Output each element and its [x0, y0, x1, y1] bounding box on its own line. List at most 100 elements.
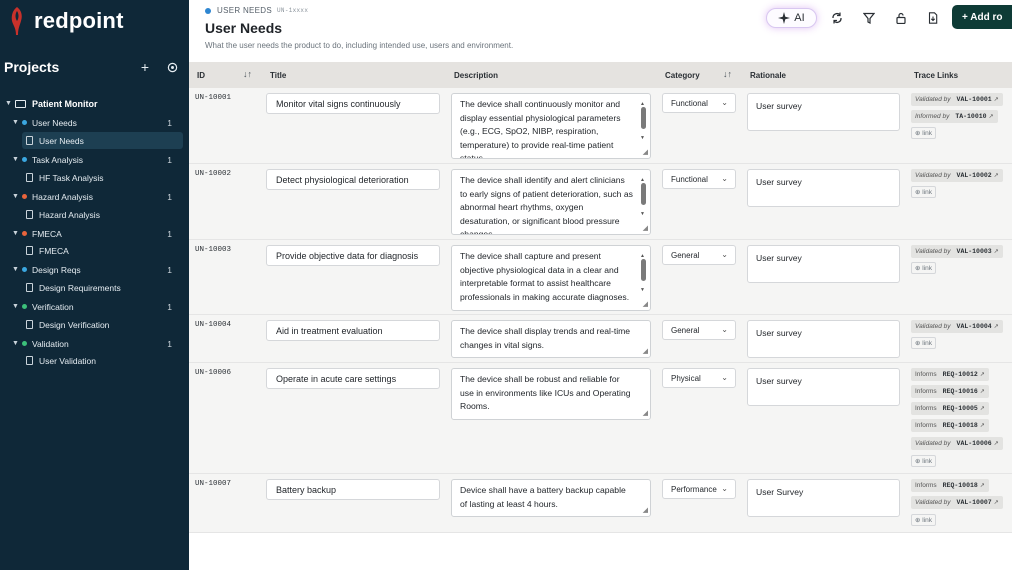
item-label: User Needs — [39, 135, 84, 146]
link-target: VAL-10006 — [956, 440, 992, 447]
add-link-button[interactable]: ⊕ link — [911, 337, 937, 349]
add-link-button[interactable]: ⊕ link — [911, 262, 937, 274]
project-item-patient-monitor[interactable]: ▼ Patient Monitor — [5, 95, 180, 112]
trace-link-chip[interactable]: Validated by VAL-10001 ↗ — [911, 93, 1003, 106]
sort-icon[interactable]: ↓↑ — [723, 69, 732, 79]
rationale-field[interactable]: User survey — [747, 320, 900, 358]
projects-title: Projects — [4, 59, 60, 75]
scrollbar[interactable]: ▲ ▼ — [640, 174, 647, 222]
sidebar-item-hazard-analysis[interactable]: Hazard Analysis — [26, 206, 176, 223]
category-select[interactable]: Functional ⌄ — [662, 169, 736, 189]
trace-link-chip[interactable]: Informed by TA-10010 ↗ — [911, 110, 998, 123]
group-label: FMECA — [32, 228, 62, 239]
description-field[interactable]: The device shall display trends and real… — [451, 320, 651, 358]
title-field[interactable]: Battery backup — [266, 479, 440, 500]
title-field[interactable]: Operate in acute care settings — [266, 368, 440, 389]
add-link-button[interactable]: ⊕ link — [911, 455, 937, 467]
lock-icon[interactable] — [891, 8, 911, 28]
column-header-description[interactable]: Description — [454, 71, 498, 80]
status-dot — [22, 194, 27, 199]
sidebar-item-fmeca[interactable]: FMECA — [26, 242, 176, 259]
group-count: 1 — [167, 228, 172, 239]
group-count: 1 — [167, 264, 172, 275]
breadcrumb: USER NEEDS UN-1xxxx — [205, 6, 308, 15]
sidebar-group-hazard-analysis[interactable]: ▼ Hazard Analysis 1 — [12, 188, 172, 205]
sidebar-item-hf-task-analysis[interactable]: HF Task Analysis — [26, 169, 176, 186]
trace-link-chip[interactable]: Informs REQ-10018 ↗ — [911, 419, 989, 432]
sidebar-group-user-needs[interactable]: ▼ User Needs 1 — [12, 114, 172, 131]
description-field[interactable]: The device shall capture and present obj… — [451, 245, 651, 311]
trace-link-chip[interactable]: Validated by VAL-10003 ↗ — [911, 245, 1003, 258]
rationale-field[interactable]: User survey — [747, 245, 900, 283]
sort-icon[interactable]: ↓↑ — [243, 69, 252, 79]
sidebar-item-user-needs[interactable]: User Needs — [22, 132, 183, 149]
scrollbar[interactable]: ▲ ▼ — [640, 98, 647, 146]
resize-grip-icon[interactable]: ◢ — [643, 348, 648, 355]
resize-grip-icon[interactable]: ◢ — [643, 149, 648, 156]
rationale-field[interactable]: User survey — [747, 368, 900, 406]
title-field[interactable]: Detect physiological deterioration — [266, 169, 440, 190]
add-link-button[interactable]: ⊕ link — [911, 186, 937, 198]
category-select[interactable]: Physical ⌄ — [662, 368, 736, 388]
link-relation: Validated by — [915, 248, 951, 255]
description-field[interactable]: Device shall have a battery backup capab… — [451, 479, 651, 517]
rationale-field[interactable]: User Survey — [747, 479, 900, 517]
title-field[interactable]: Provide objective data for diagnosis — [266, 245, 440, 266]
trace-link-chip[interactable]: Informs REQ-10005 ↗ — [911, 402, 989, 415]
resize-grip-icon[interactable]: ◢ — [643, 225, 648, 232]
resize-grip-icon[interactable]: ◢ — [643, 301, 648, 308]
sidebar-group-task-analysis[interactable]: ▼ Task Analysis 1 — [12, 151, 172, 168]
add-link-button[interactable]: ⊕ link — [911, 514, 937, 526]
add-row-button[interactable]: + Add ro — [952, 5, 1012, 29]
resize-grip-icon[interactable]: ◢ — [643, 507, 648, 514]
sidebar-item-user-validation[interactable]: User Validation — [26, 352, 176, 369]
sidebar-item-design-requirements[interactable]: Design Requirements — [26, 279, 176, 296]
title-field[interactable]: Monitor vital signs continuously — [266, 93, 440, 114]
rationale-field[interactable]: User survey — [747, 93, 900, 131]
sidebar-group-design-reqs[interactable]: ▼ Design Reqs 1 — [12, 261, 172, 278]
description-field[interactable]: The device shall continuously monitor an… — [451, 93, 651, 159]
rationale-field[interactable]: User survey — [747, 169, 900, 207]
column-header-category[interactable]: Category — [665, 71, 700, 80]
trace-link-chip[interactable]: Validated by VAL-10007 ↗ — [911, 496, 1003, 509]
export-icon[interactable] — [923, 8, 943, 28]
filter-icon[interactable] — [859, 8, 879, 28]
title-field[interactable]: Aid in treatment evaluation — [266, 320, 440, 341]
group-label: User Needs — [32, 117, 77, 128]
category-select[interactable]: Performance ⌄ — [662, 479, 736, 499]
chevron-down-icon: ▼ — [12, 303, 19, 310]
column-header-trace-links[interactable]: Trace Links — [914, 71, 958, 80]
category-select[interactable]: General ⌄ — [662, 320, 736, 340]
sidebar-group-fmeca[interactable]: ▼ FMECA 1 — [12, 225, 172, 242]
settings-icon[interactable] — [163, 58, 181, 76]
sidebar-item-design-verification[interactable]: Design Verification — [26, 316, 176, 333]
column-header-id[interactable]: ID — [197, 71, 205, 80]
ai-label: AI — [794, 12, 805, 24]
sidebar-group-validation[interactable]: ▼ Validation 1 — [12, 335, 172, 352]
trace-link-chip[interactable]: Validated by VAL-10002 ↗ — [911, 169, 1003, 182]
trace-link-chip[interactable]: Informs REQ-10012 ↗ — [911, 368, 989, 381]
document-icon — [26, 210, 33, 219]
trace-link-chip[interactable]: Informs REQ-10018 ↗ — [911, 479, 989, 492]
resize-grip-icon[interactable]: ◢ — [643, 410, 648, 417]
description-field[interactable]: The device shall be robust and reliable … — [451, 368, 651, 420]
sync-icon[interactable] — [827, 8, 847, 28]
link-target: VAL-10002 — [956, 172, 992, 179]
link-relation: Validated by — [915, 172, 951, 179]
trace-link-chip[interactable]: Validated by VAL-10006 ↗ — [911, 437, 1003, 450]
category-select[interactable]: General ⌄ — [662, 245, 736, 265]
sidebar: redpoint Projects + ▼ Patient Monitor ▼ … — [0, 0, 189, 570]
trace-link-chip[interactable]: Informs REQ-10016 ↗ — [911, 385, 989, 398]
sidebar-group-verification[interactable]: ▼ Verification 1 — [12, 298, 172, 315]
trace-link-chip[interactable]: Validated by VAL-10004 ↗ — [911, 320, 1003, 333]
column-header-rationale[interactable]: Rationale — [750, 71, 786, 80]
scrollbar[interactable]: ▲ ▼ — [640, 250, 647, 298]
column-header-title[interactable]: Title — [270, 71, 286, 80]
category-select[interactable]: Functional ⌄ — [662, 93, 736, 113]
description-field[interactable]: The device shall identify and alert clin… — [451, 169, 651, 235]
plus-icon[interactable]: + — [136, 58, 154, 76]
description-text: The device shall capture and present obj… — [460, 251, 630, 302]
add-link-button[interactable]: ⊕ link — [911, 127, 937, 139]
brand[interactable]: redpoint — [8, 6, 124, 36]
ai-button[interactable]: AI — [766, 8, 817, 28]
